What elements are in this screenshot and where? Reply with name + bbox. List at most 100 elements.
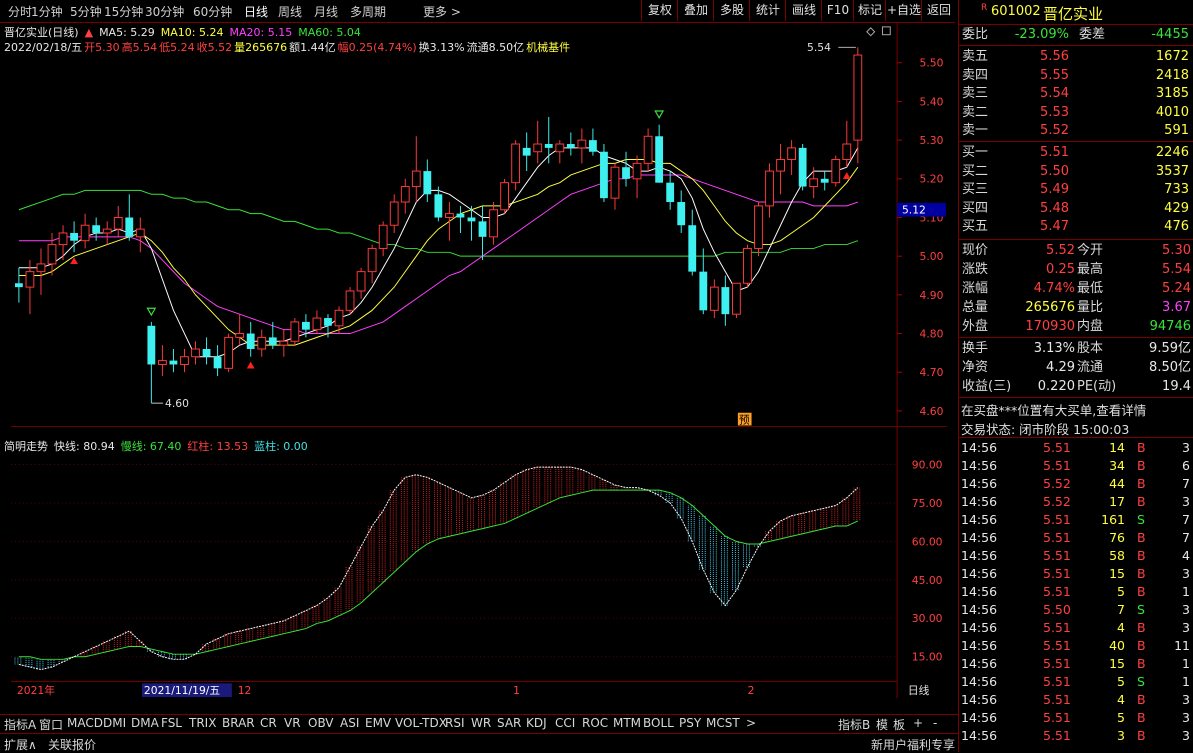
candle[interactable] <box>135 217 145 253</box>
candle[interactable] <box>522 132 531 172</box>
indicator-tab-18[interactable]: CCI <box>555 716 575 730</box>
period-tab-0[interactable]: 分时 <box>8 3 32 20</box>
toolbar-button-8[interactable]: 返回 <box>921 0 956 21</box>
candle[interactable] <box>279 329 289 357</box>
indicator-tab-3[interactable]: DMI <box>103 716 126 730</box>
candle[interactable] <box>610 163 620 210</box>
candle[interactable] <box>776 144 785 195</box>
indicator-tab-0[interactable]: 指标A <box>4 716 36 733</box>
relation-quote-button[interactable]: 关联报价 <box>48 736 96 753</box>
indicator-tab-19[interactable]: ROC <box>582 716 608 730</box>
candle[interactable] <box>125 194 134 241</box>
candle[interactable] <box>113 205 123 237</box>
indicator-tab-10[interactable]: OBV <box>308 716 334 730</box>
candle[interactable] <box>389 194 399 233</box>
indicator-tab-21[interactable]: BOLL <box>643 716 674 730</box>
period-tab-2[interactable]: 5分钟 <box>70 3 102 20</box>
ask-row[interactable]: 卖四 5.55 2418 <box>959 66 1193 85</box>
candle[interactable] <box>853 47 863 164</box>
candle[interactable] <box>754 202 763 257</box>
indicator-name[interactable]: 简明走势 <box>4 440 48 453</box>
indicator-tab-8[interactable]: CR <box>260 716 277 730</box>
candle[interactable] <box>544 116 553 164</box>
indicator-tab-right-1[interactable]: 模 <box>876 716 888 733</box>
indicator-tab-14[interactable]: RSI <box>445 716 465 730</box>
candle[interactable] <box>456 205 465 233</box>
period-tab-3[interactable]: 15分钟 <box>104 3 143 20</box>
candle[interactable] <box>58 225 68 261</box>
candle[interactable] <box>36 248 46 295</box>
candle[interactable] <box>367 244 377 284</box>
bid-row[interactable]: 买三 5.49 733 <box>959 180 1193 199</box>
candle[interactable] <box>533 120 543 164</box>
candle[interactable] <box>765 163 774 218</box>
toolbar-button-6[interactable]: 标记 <box>853 0 886 21</box>
candle[interactable] <box>831 155 841 187</box>
bid-row[interactable]: 买一 5.51 2246 <box>959 143 1193 162</box>
candle[interactable] <box>809 167 819 199</box>
candle[interactable] <box>577 128 587 164</box>
toolbar-button-7[interactable]: +自选 <box>885 0 922 21</box>
candle[interactable] <box>213 345 222 377</box>
candle[interactable] <box>80 213 90 249</box>
period-tab-9[interactable]: 多周期 <box>350 3 386 20</box>
candle[interactable] <box>677 190 686 233</box>
indicator-tab-4[interactable]: DMA <box>131 716 159 730</box>
candle[interactable] <box>268 321 277 349</box>
period-tab-6[interactable]: 日线 <box>244 3 268 20</box>
candle[interactable] <box>478 205 487 261</box>
candle[interactable] <box>423 159 432 203</box>
candle[interactable] <box>191 341 200 365</box>
indicator-tab-16[interactable]: SAR <box>497 716 521 730</box>
candle[interactable] <box>709 279 719 319</box>
indicator-tab-1[interactable]: 窗口 <box>39 716 63 733</box>
toolbar-button-2[interactable]: 多股 <box>713 0 750 21</box>
maximize-icon[interactable] <box>881 26 891 36</box>
bid-row[interactable]: 买二 5.50 3537 <box>959 162 1193 181</box>
candle[interactable] <box>102 221 112 245</box>
indicator-tab-20[interactable]: MTM <box>613 716 641 730</box>
candle[interactable] <box>566 132 575 156</box>
candle[interactable] <box>820 171 829 191</box>
candle[interactable] <box>721 275 730 326</box>
ask-row[interactable]: 卖五 5.56 1672 <box>959 47 1193 66</box>
expand-diamond-icon[interactable] <box>866 27 876 37</box>
indicator-tab-17[interactable]: KDJ <box>526 716 547 730</box>
candle[interactable] <box>632 155 642 199</box>
candle[interactable] <box>14 267 23 303</box>
toolbar-button-4[interactable]: 画线 <box>785 0 822 21</box>
indicator-tab-9[interactable]: VR <box>284 716 301 730</box>
info-sector[interactable]: 机械基件 <box>526 41 570 54</box>
candle[interactable] <box>798 144 807 191</box>
candle[interactable] <box>500 178 509 214</box>
ask-row[interactable]: 卖二 5.53 4010 <box>959 103 1193 122</box>
kline-chart[interactable]: 5.505.405.305.205.105.004.904.804.704.60… <box>0 22 958 698</box>
candle[interactable] <box>334 306 344 334</box>
candle[interactable] <box>202 337 211 365</box>
bid-row[interactable]: 买四 5.48 429 <box>959 199 1193 218</box>
candle[interactable] <box>555 140 565 164</box>
candle[interactable] <box>157 345 167 377</box>
candle[interactable] <box>600 144 608 203</box>
candle[interactable] <box>312 310 322 334</box>
indicator-tab-right-0[interactable]: 指标B <box>838 716 870 733</box>
toolbar-button-3[interactable]: 统计 <box>749 0 786 21</box>
candle[interactable] <box>257 329 267 357</box>
candle[interactable] <box>699 248 708 315</box>
candle[interactable] <box>378 221 388 257</box>
candle[interactable] <box>732 282 741 319</box>
period-tab-7[interactable]: 周线 <box>278 3 302 20</box>
promo-link[interactable]: 新用户福利专享 <box>871 736 955 753</box>
candle[interactable] <box>290 318 300 346</box>
big-order-notice[interactable]: 在买盘***位置有大买单,查看详情 <box>961 400 1146 419</box>
candle[interactable] <box>622 151 630 187</box>
period-tab-5[interactable]: 60分钟 <box>193 3 232 20</box>
period-tab-1[interactable]: 1分钟 <box>31 3 63 20</box>
candle[interactable] <box>180 348 189 373</box>
candle[interactable] <box>489 202 498 245</box>
candle[interactable] <box>411 136 421 203</box>
indicator-tab-right-3[interactable]: + <box>913 716 923 730</box>
indicator-tab-24[interactable]: > <box>746 716 756 730</box>
indicator-tab-right-4[interactable]: - <box>933 716 937 730</box>
candle[interactable] <box>511 140 521 191</box>
